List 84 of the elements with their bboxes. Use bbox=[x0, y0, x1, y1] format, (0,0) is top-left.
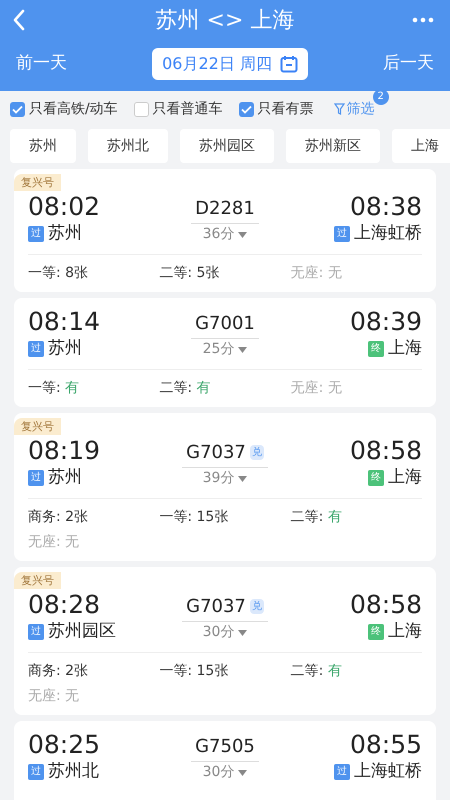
page-title: 苏州 <> 上海 bbox=[156, 6, 294, 34]
departure-time: 08:25 bbox=[28, 731, 102, 759]
arrival-time: 08:58 bbox=[350, 591, 422, 619]
caret-icon[interactable] bbox=[238, 346, 248, 352]
station-type-badge: 过 bbox=[28, 624, 44, 640]
arrival-time: 08:38 bbox=[350, 193, 422, 221]
seat-availability: 一等: 8张 bbox=[28, 264, 90, 283]
caret-icon[interactable] bbox=[238, 630, 248, 636]
station-name: 上海虹桥 bbox=[354, 223, 422, 244]
train-tag: 复兴号 bbox=[14, 418, 61, 435]
departure-time: 08:28 bbox=[28, 591, 102, 619]
train-number: G7037 bbox=[186, 441, 246, 465]
station-type-badge: 过 bbox=[28, 470, 44, 486]
duration: 30分 bbox=[202, 763, 234, 782]
station-name: 上海 bbox=[388, 467, 422, 488]
seat-availability: 一等: 15张 bbox=[159, 508, 230, 527]
departure-time: 08:02 bbox=[28, 193, 102, 221]
duration: 36分 bbox=[202, 225, 234, 244]
station-name: 上海 bbox=[388, 621, 422, 642]
exchange-badge: 兑 bbox=[250, 445, 264, 460]
station-name: 苏州 bbox=[48, 223, 82, 244]
station-type-badge: 过 bbox=[28, 340, 44, 356]
station-type-badge: 终 bbox=[368, 624, 384, 640]
station-name: 苏州 bbox=[48, 467, 82, 488]
arrival-time: 08:39 bbox=[350, 308, 422, 336]
station-name: 上海虹桥 bbox=[354, 761, 422, 782]
checkbox[interactable] bbox=[10, 102, 25, 116]
train-card[interactable]: 08:25 过 苏州北 G7505 30分 08:55 过 上海虹桥 bbox=[14, 721, 436, 800]
seat-availability: 无座: 无 bbox=[28, 533, 80, 552]
seat-availability: 二等: 有 bbox=[290, 508, 343, 527]
train-card[interactable]: 复兴号 08:02 过 苏州 D2281 36分 08:38 过 上海虹桥 一等: 8张 二等: 5张 无座: 无 bbox=[14, 169, 436, 292]
station-chip[interactable]: 上海 bbox=[392, 129, 450, 163]
arrival-time: 08:55 bbox=[350, 731, 422, 759]
station-chip[interactable]: 苏州 bbox=[10, 129, 76, 163]
train-tag: 复兴号 bbox=[14, 572, 61, 589]
train-card[interactable]: 08:14 过 苏州 G7001 25分 08:39 终 上海 一等: 有 二等: 有 无座: 无 bbox=[14, 298, 436, 407]
train-tag: 复兴号 bbox=[14, 174, 61, 191]
train-number: G7001 bbox=[195, 312, 255, 336]
seat-availability: 二等: 5张 bbox=[159, 264, 220, 283]
duration: 39分 bbox=[202, 469, 234, 488]
date-picker[interactable]: 06月22日 周四 bbox=[152, 48, 308, 80]
train-number: D2281 bbox=[195, 197, 255, 221]
checkbox-label[interactable]: 只看普通车 bbox=[152, 98, 223, 120]
station-type-badge: 过 bbox=[334, 226, 350, 242]
seat-availability: 商务: 2张 bbox=[28, 508, 90, 527]
train-card[interactable]: 复兴号 08:28 过 苏州园区 G7037 兑 30分 08:58 终 上海 商务: 2张 一等: 15张 二等: 有 无座: 无 bbox=[14, 567, 436, 715]
calendar-icon bbox=[280, 55, 298, 73]
exchange-badge: 兑 bbox=[250, 599, 264, 614]
departure-time: 08:14 bbox=[28, 308, 102, 336]
seat-availability: 无座: 无 bbox=[290, 264, 343, 283]
station-chip[interactable]: 苏州园区 bbox=[180, 129, 274, 163]
station-type-badge: 过 bbox=[334, 764, 350, 780]
station-name: 苏州 bbox=[48, 338, 82, 359]
arrival-time: 08:58 bbox=[350, 437, 422, 465]
station-type-badge: 过 bbox=[28, 226, 44, 242]
departure-time: 08:19 bbox=[28, 437, 102, 465]
seat-availability: 二等: 有 bbox=[159, 379, 212, 398]
train-card[interactable]: 复兴号 08:19 过 苏州 G7037 兑 39分 08:58 终 上海 商务: 2张 一等: 15张 二等: 有 无座: 无 bbox=[14, 413, 436, 561]
caret-icon[interactable] bbox=[238, 770, 248, 776]
duration: 30分 bbox=[202, 623, 234, 642]
station-type-badge: 终 bbox=[368, 470, 384, 486]
train-number: G7505 bbox=[195, 735, 255, 759]
checkbox[interactable] bbox=[134, 102, 149, 116]
checkbox[interactable] bbox=[238, 102, 254, 116]
seat-availability: 无座: 无 bbox=[28, 687, 80, 706]
station-name: 苏州园区 bbox=[48, 621, 116, 642]
seat-availability: 二等: 有 bbox=[290, 662, 343, 681]
station-type-badge: 过 bbox=[28, 764, 44, 780]
station-name: 上海 bbox=[388, 338, 422, 359]
seat-availability: 一等: 15张 bbox=[159, 662, 230, 681]
caret-icon[interactable] bbox=[238, 476, 248, 482]
station-chip[interactable]: 苏州新区 bbox=[286, 129, 380, 163]
checkbox-label[interactable]: 只看有票 bbox=[258, 98, 314, 120]
caret-icon[interactable] bbox=[238, 232, 248, 238]
station-type-badge: 终 bbox=[368, 340, 384, 356]
seat-availability: 商务: 2张 bbox=[28, 662, 90, 681]
seat-availability: 无座: 无 bbox=[290, 379, 343, 398]
seat-availability: 一等: 有 bbox=[28, 379, 80, 398]
duration: 25分 bbox=[202, 340, 234, 359]
train-number: G7037 bbox=[186, 595, 246, 619]
station-name: 苏州北 bbox=[48, 761, 99, 782]
filter-icon bbox=[334, 103, 345, 115]
checkbox-label[interactable]: 只看高铁/动车 bbox=[29, 98, 118, 120]
station-chip[interactable]: 苏州北 bbox=[88, 129, 168, 163]
